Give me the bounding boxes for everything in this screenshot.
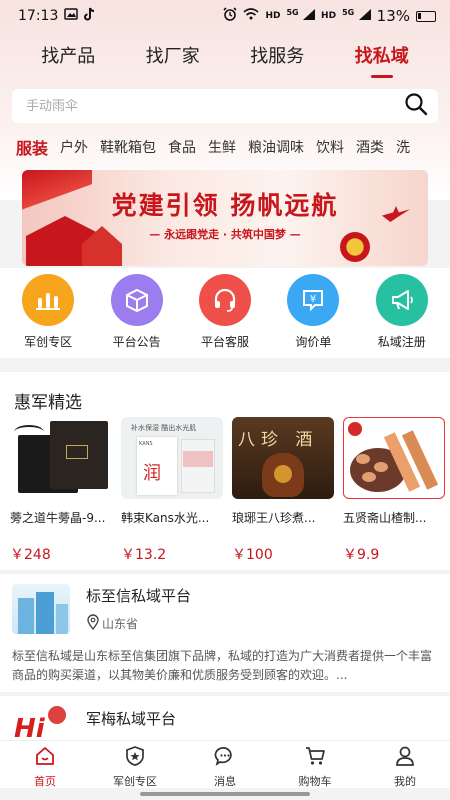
search-bar[interactable] [12, 89, 438, 123]
product-price: ￥100 [232, 547, 273, 563]
nav-profile[interactable]: 我的 [365, 741, 445, 788]
product-price: ￥9.9 [343, 547, 380, 563]
category-drinks[interactable]: 饮料 [316, 137, 344, 157]
product-name: 琅琊王八珍煮... [232, 511, 316, 525]
nav-label: 我的 [394, 775, 416, 788]
shop-name: 标至信私域平台 [86, 587, 192, 605]
product-image [343, 417, 445, 499]
quick-link-label: 平台公告 [112, 335, 161, 349]
shop-name: 军梅私域平台 [86, 710, 177, 728]
location-pin-icon [86, 614, 100, 633]
signal-icon-2: 5G [342, 8, 371, 24]
bar-chart-icon [22, 274, 75, 326]
shop-location: 山东省 [86, 614, 138, 633]
photo-notification-icon [64, 8, 79, 24]
svg-text:¥: ¥ [310, 294, 316, 305]
product-name: 五贤斋山楂制... [343, 511, 427, 525]
quick-links: 军创专区 平台公告 平台客服 ¥ 询价单 私域注册 [0, 268, 450, 358]
product-card[interactable]: 五贤斋山楂制... ￥9.9 [343, 417, 445, 564]
tiktok-notification-icon [84, 7, 96, 25]
quick-link-label: 询价单 [295, 335, 332, 349]
product-card[interactable]: 八珍 酒 琅琊王八珍煮... ￥100 [232, 417, 334, 564]
product-list: 蒡之道牛蒡晶-9... ￥248 补水保湿 酷出水光肌 KANS 润 韩束Kan… [10, 417, 445, 564]
box-icon [110, 274, 163, 326]
nav-label: 军创专区 [113, 775, 157, 788]
shop-card[interactable]: 标至信私域平台 山东省 标至信私域是山东标至信集团旗下品牌，私域的打造为广大消费… [0, 574, 450, 692]
network-hd-1: HD [265, 11, 281, 21]
section-title: 惠军精选 [14, 393, 82, 413]
product-image: 补水保湿 酷出水光肌 KANS 润 [121, 417, 223, 499]
status-bar: 17:13 HD 5G HD 5G 13% [0, 0, 450, 32]
cart-icon [304, 745, 326, 771]
product-card[interactable]: 蒡之道牛蒡晶-9... ￥248 [10, 417, 112, 564]
headset-icon [198, 274, 251, 326]
product-price: ￥13.2 [121, 547, 167, 563]
product-name: 蒡之道牛蒡晶-9... [10, 511, 106, 525]
nav-cart[interactable]: 购物车 [275, 741, 355, 788]
home-indicator[interactable] [140, 792, 310, 796]
quick-link-register[interactable]: 私域注册 [359, 268, 445, 358]
quick-link-customer-service[interactable]: 平台客服 [182, 268, 268, 358]
user-icon [394, 745, 416, 771]
party-emblem-icon [340, 232, 370, 262]
tab-find-factory[interactable]: 找厂家 [146, 42, 200, 74]
nav-label: 首页 [34, 775, 56, 788]
quick-link-announcement[interactable]: 平台公告 [94, 268, 180, 358]
quick-link-military-zone[interactable]: 军创专区 [5, 268, 91, 358]
category-fresh[interactable]: 生鲜 [208, 137, 236, 157]
wifi-icon [243, 8, 259, 24]
message-icon [214, 745, 236, 771]
shop-location-text: 山东省 [102, 617, 139, 631]
shop-card[interactable]: Hi 军梅私域平台 [0, 696, 450, 740]
nav-label: 消息 [214, 775, 236, 788]
network-hd-2: HD [321, 11, 337, 21]
category-apparel[interactable]: 服装 [16, 135, 48, 159]
battery-icon [416, 10, 436, 22]
nav-military-zone[interactable]: 军创专区 [95, 741, 175, 788]
signal-icon-1: 5G [286, 8, 316, 24]
tab-find-service[interactable]: 找服务 [250, 42, 304, 74]
status-time: 17:13 [18, 8, 59, 24]
search-icon[interactable] [404, 92, 428, 120]
top-tabs: 找产品 找厂家 找服务 找私域 [0, 38, 450, 78]
quick-link-label: 平台客服 [200, 335, 249, 349]
product-image [10, 417, 112, 499]
category-food[interactable]: 食品 [168, 137, 196, 157]
quick-link-inquiry[interactable]: ¥ 询价单 [270, 268, 356, 358]
featured-section: 惠军精选 蒡之道牛蒡晶-9... ￥248 补水保湿 酷出水光肌 KANS 润 … [0, 372, 450, 570]
product-price: ￥248 [10, 547, 51, 563]
alarm-icon [223, 7, 238, 25]
nav-home[interactable]: 首页 [5, 741, 85, 788]
search-input[interactable] [26, 98, 404, 114]
shop-logo: Hi [12, 702, 70, 740]
category-liquor[interactable]: 酒类 [356, 137, 384, 157]
shield-star-icon [124, 745, 146, 771]
category-grain-oil[interactable]: 粮油调味 [248, 137, 304, 157]
category-outdoor[interactable]: 户外 [60, 137, 88, 157]
quick-link-label: 私域注册 [377, 335, 426, 349]
tab-find-private-domain[interactable]: 找私域 [355, 42, 409, 78]
product-card[interactable]: 补水保湿 酷出水光肌 KANS 润 韩束Kans水光... ￥13.2 [121, 417, 223, 564]
battery-level: 13% [376, 7, 410, 25]
shop-description: 标至信私域是山东标至信集团旗下品牌，私域的打造为广大消费者提供一个丰富商品的购买… [12, 649, 433, 682]
yen-document-icon: ¥ [287, 274, 340, 326]
nav-label: 购物车 [298, 775, 332, 788]
bottom-navigation: 首页 军创专区 消息 购物车 我的 [0, 740, 450, 788]
category-tabs: 服装 户外 鞋靴箱包 食品 生鲜 粮油调味 饮料 酒类 洗 [0, 134, 450, 160]
quick-link-label: 军创专区 [24, 335, 73, 349]
promo-banner[interactable]: 党建引领 扬帆远航 — 永远跟党走 · 共筑中国梦 — [22, 170, 428, 266]
banner-title: 党建引领 扬帆远航 [111, 191, 339, 220]
category-shoes-bags[interactable]: 鞋靴箱包 [100, 137, 156, 157]
product-image: 八珍 酒 [232, 417, 334, 499]
tab-find-product[interactable]: 找产品 [41, 42, 95, 74]
shop-logo [12, 584, 70, 634]
home-icon [34, 745, 56, 771]
megaphone-icon [375, 274, 428, 326]
category-washing[interactable]: 洗 [396, 137, 410, 157]
nav-messages[interactable]: 消息 [185, 741, 265, 788]
product-name: 韩束Kans水光... [121, 511, 210, 525]
